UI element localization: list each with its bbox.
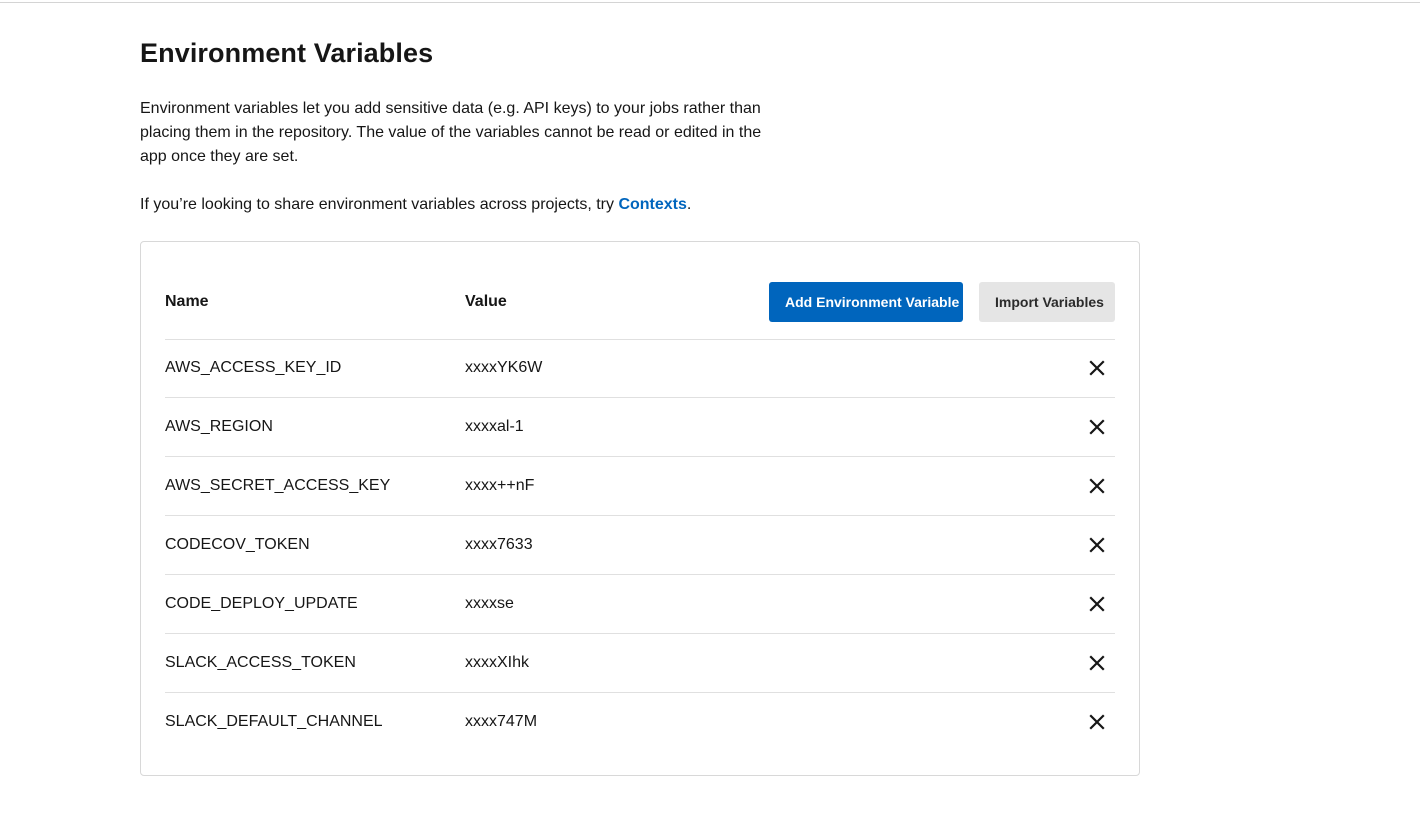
table-header: Name Value Add Environment Variable Impo… (165, 242, 1115, 340)
variable-value: xxxx747M (465, 713, 538, 730)
page-description: Environment variables let you add sensit… (140, 100, 762, 165)
variable-value: xxxxXIhk (465, 654, 530, 671)
close-icon[interactable] (1087, 535, 1107, 555)
close-icon[interactable] (1087, 476, 1107, 496)
variable-name: SLACK_ACCESS_TOKEN (165, 654, 356, 671)
variable-name: AWS_REGION (165, 418, 273, 435)
variable-name: SLACK_DEFAULT_CHANNEL (165, 713, 383, 730)
add-environment-variable-button[interactable]: Add Environment Variable (769, 282, 963, 322)
table-row: AWS_ACCESS_KEY_ID xxxxYK6W (165, 339, 1115, 398)
variable-value: xxxxYK6W (465, 359, 543, 376)
import-variables-button[interactable]: Import Variables (979, 282, 1115, 322)
env-vars-card: Name Value Add Environment Variable Impo… (140, 241, 1140, 776)
close-icon[interactable] (1087, 417, 1107, 437)
table-row: AWS_SECRET_ACCESS_KEY xxxx++nF (165, 457, 1115, 516)
top-divider (0, 2, 1420, 3)
table-row: SLACK_ACCESS_TOKEN xxxxXIhk (165, 634, 1115, 693)
close-icon[interactable] (1087, 358, 1107, 378)
name-column-header: Name (165, 293, 209, 310)
variable-value: xxxx++nF (465, 477, 535, 494)
variable-name: CODECOV_TOKEN (165, 536, 310, 553)
variable-value: xxxx7633 (465, 536, 533, 553)
variable-name: AWS_ACCESS_KEY_ID (165, 359, 342, 376)
close-icon[interactable] (1087, 712, 1107, 732)
table-row: AWS_REGION xxxxal-1 (165, 398, 1115, 457)
variable-name: CODE_DEPLOY_UPDATE (165, 595, 358, 612)
table-row: CODE_DEPLOY_UPDATE xxxxse (165, 575, 1115, 634)
page-title: Environment Variables (140, 38, 434, 68)
share-hint: If you’re looking to share environment v… (140, 193, 691, 217)
value-column-header: Value (465, 293, 507, 310)
variable-name: AWS_SECRET_ACCESS_KEY (165, 477, 391, 494)
close-icon[interactable] (1087, 594, 1107, 614)
table-row: SLACK_DEFAULT_CHANNEL xxxx747M (165, 693, 1115, 751)
variable-value: xxxxal-1 (465, 418, 524, 435)
table-row: CODECOV_TOKEN xxxx7633 (165, 516, 1115, 575)
table-body: AWS_ACCESS_KEY_ID xxxxYK6W AWS_REGION xx… (165, 339, 1115, 751)
variable-value: xxxxse (465, 595, 514, 612)
share-hint-suffix: . (686, 196, 692, 213)
contexts-link[interactable]: Contexts (618, 196, 686, 213)
close-icon[interactable] (1087, 653, 1107, 673)
share-hint-prefix: If you’re looking to share environment v… (140, 196, 619, 213)
